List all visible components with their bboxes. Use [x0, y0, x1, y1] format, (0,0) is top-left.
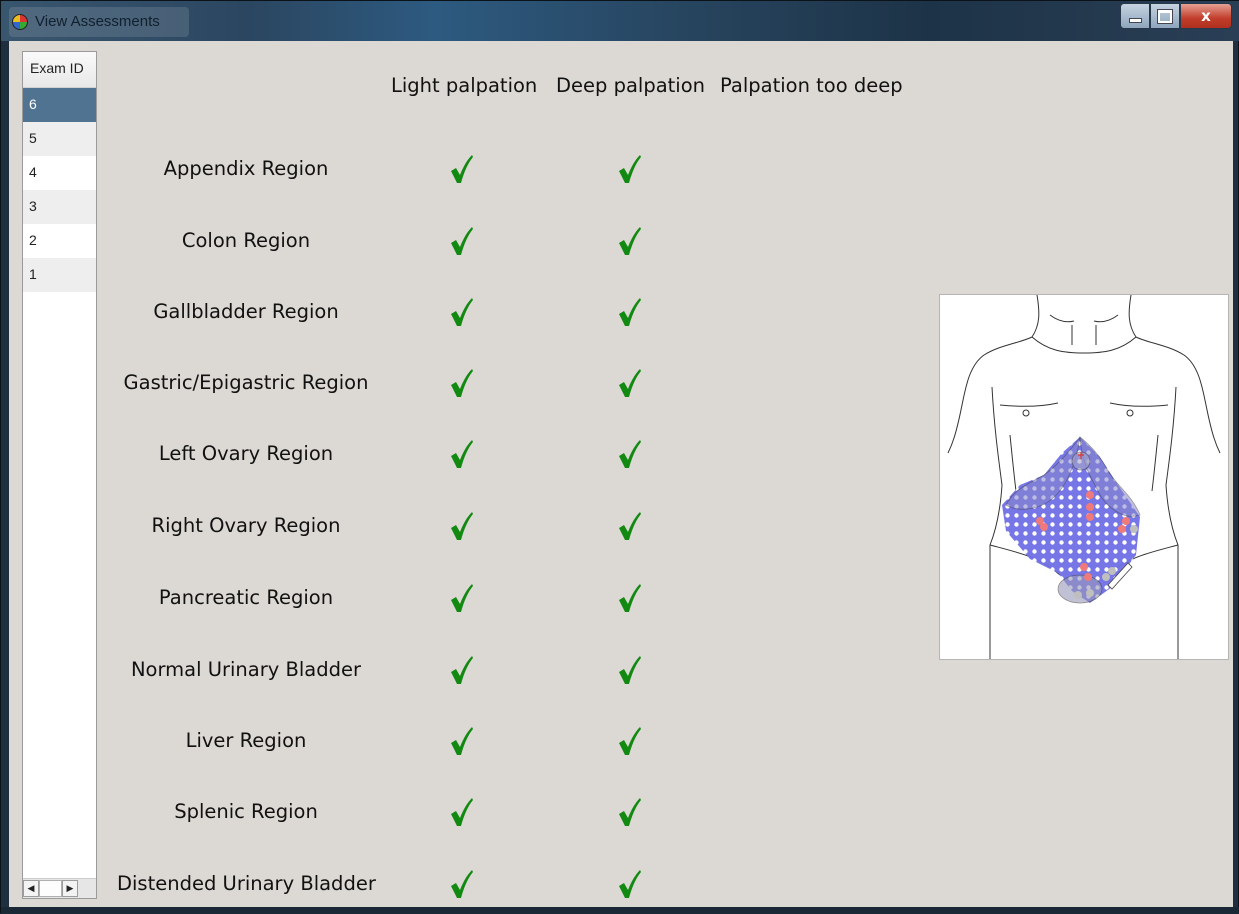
palpation-map	[1002, 436, 1141, 604]
check-icon	[617, 726, 641, 756]
check-icon	[617, 655, 641, 685]
exam-row[interactable]: 3	[23, 190, 96, 224]
check-icon	[449, 583, 473, 613]
app-icon[interactable]	[12, 14, 28, 30]
check-icon	[617, 511, 641, 541]
deep-palpation-header: Deep palpation	[556, 74, 706, 97]
check-icon	[617, 439, 641, 469]
abdomen-palpation-figure	[939, 294, 1229, 660]
scroll-left-button[interactable]: ◀	[23, 880, 39, 897]
exam-id-header[interactable]: Exam ID	[23, 52, 96, 88]
exam-row[interactable]: 4	[23, 156, 96, 190]
scroll-right-button[interactable]: ▶	[62, 880, 78, 897]
minimize-button[interactable]	[1120, 3, 1150, 29]
check-icon	[617, 583, 641, 613]
torso-diagram	[947, 295, 1221, 659]
check-icon	[449, 154, 473, 184]
palpation-too-deep-header: Palpation too deep	[720, 74, 903, 97]
exam-row[interactable]: 6	[23, 88, 96, 122]
check-icon	[449, 368, 473, 398]
check-icon	[617, 297, 641, 327]
exam-row[interactable]: 5	[23, 122, 96, 156]
region-label: Left Ovary Region	[158, 442, 334, 465]
close-icon: x	[1201, 7, 1211, 25]
maximize-button[interactable]	[1150, 3, 1180, 29]
light-palpation-header: Light palpation	[391, 74, 538, 97]
check-icon	[449, 726, 473, 756]
check-icon	[617, 869, 641, 899]
client-area: Exam ID 6 5 4 3 2 1 ◀ ▶ Light palpation …	[9, 41, 1233, 907]
region-label: Appendix Region	[163, 157, 329, 180]
region-label: Gastric/Epigastric Region	[123, 371, 369, 394]
app-window: View Assessments x Exam ID 6 5 4 3 2 1 ◀…	[0, 0, 1239, 914]
title-bar[interactable]: View Assessments x	[1, 1, 1239, 41]
exam-row[interactable]: 2	[23, 224, 96, 258]
check-icon	[449, 226, 473, 256]
region-label: Colon Region	[181, 229, 311, 252]
maximize-icon	[1157, 8, 1173, 24]
check-icon	[617, 368, 641, 398]
check-icon	[617, 226, 641, 256]
window-controls: x	[1120, 3, 1232, 29]
exam-row[interactable]: 1	[23, 258, 96, 292]
region-label: Normal Urinary Bladder	[130, 658, 362, 681]
region-label: Distended Urinary Bladder	[117, 872, 376, 895]
region-label: Gallbladder Region	[153, 300, 339, 323]
check-icon	[617, 154, 641, 184]
window-title: View Assessments	[35, 13, 160, 30]
check-icon	[449, 297, 473, 327]
horizontal-scrollbar[interactable]: ◀ ▶	[23, 878, 96, 898]
region-label: Splenic Region	[174, 800, 318, 823]
check-icon	[449, 797, 473, 827]
exam-list[interactable]: Exam ID 6 5 4 3 2 1 ◀ ▶	[22, 51, 97, 899]
check-icon	[617, 797, 641, 827]
region-label: Right Ovary Region	[151, 514, 341, 537]
check-icon	[449, 655, 473, 685]
close-button[interactable]: x	[1180, 3, 1232, 29]
check-icon	[449, 869, 473, 899]
region-label: Liver Region	[185, 729, 307, 752]
minimize-icon	[1128, 17, 1142, 23]
check-icon	[449, 439, 473, 469]
scroll-thumb[interactable]	[39, 880, 62, 897]
region-label: Pancreatic Region	[158, 586, 334, 609]
check-icon	[449, 511, 473, 541]
